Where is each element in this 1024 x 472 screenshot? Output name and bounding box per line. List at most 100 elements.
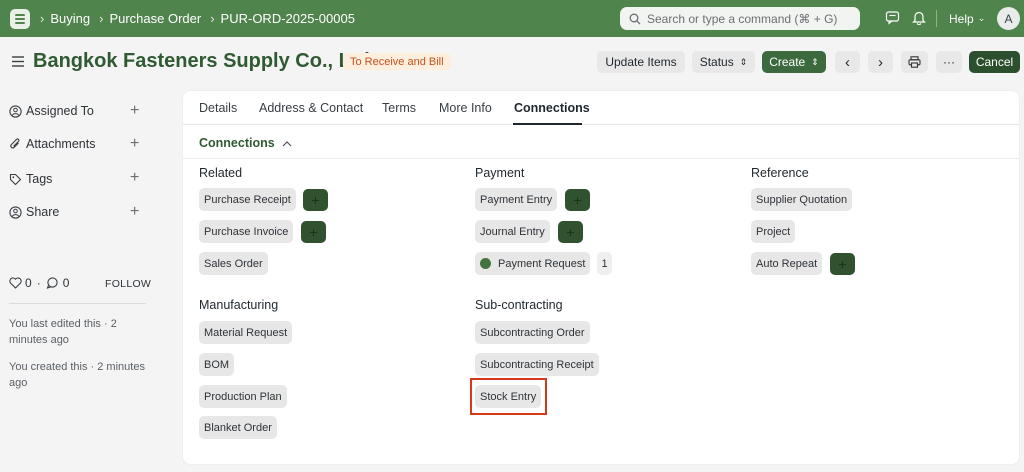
app-logo-icon[interactable] [10, 9, 30, 29]
breadcrumb: › Buying › Purchase Order › PUR-ORD-2025… [40, 0, 364, 37]
search-placeholder: Search or type a command (⌘ + G) [647, 11, 838, 26]
heart-icon[interactable] [9, 277, 22, 289]
chevron-left-icon: ‹ [845, 53, 850, 71]
add-payment-entry-button[interactable]: + [565, 189, 590, 211]
update-items-button[interactable]: Update Items [597, 51, 685, 73]
status-dot-icon [480, 258, 491, 269]
help-label: Help [949, 11, 974, 26]
bell-icon[interactable] [912, 10, 926, 25]
tab-address-contact[interactable]: Address & Contact [259, 101, 363, 115]
active-tab-indicator [513, 123, 582, 125]
breadcrumb-purchase-order[interactable]: Purchase Order [109, 11, 201, 26]
highlight-box [470, 378, 547, 415]
updown-chevron-icon: ⇕ [811, 56, 819, 67]
sidebar-item-tags[interactable]: Tags [9, 170, 52, 188]
sidebar-item-label: Share [26, 205, 60, 219]
chevron-right-icon: › [99, 11, 104, 26]
group-title-manufacturing: Manufacturing [199, 298, 279, 312]
sidebar-item-label: Tags [26, 172, 53, 186]
comment-icon[interactable] [46, 277, 59, 289]
group-title-subcontracting: Sub-contracting [475, 298, 563, 312]
status-badge: To Receive and Bill [343, 53, 451, 70]
connections-section-toggle[interactable]: Connections [199, 136, 292, 150]
sidebar-item-share[interactable]: Share [9, 203, 59, 221]
status-button-label: Status [699, 55, 734, 69]
cancel-button[interactable]: Cancel [969, 51, 1020, 73]
search-icon [629, 13, 641, 24]
breadcrumb-buying[interactable]: Buying [50, 11, 90, 26]
link-payment-request-label: Payment Request [498, 257, 586, 270]
link-project[interactable]: Project [751, 220, 796, 243]
add-purchase-receipt-button[interactable]: + [303, 189, 328, 211]
hamburger-menu-icon[interactable] [12, 56, 24, 67]
form-tabs: Details Address & Contact Terms More Inf… [183, 91, 1019, 125]
add-attachment-plus-icon[interactable]: + [130, 136, 139, 152]
chevron-right-icon: › [210, 11, 215, 26]
create-dropdown-button[interactable]: Create ⇕ [762, 51, 826, 73]
add-tag-plus-icon[interactable]: + [130, 170, 139, 186]
group-title-related: Related [199, 166, 243, 180]
create-button-label: Create [769, 55, 806, 69]
main-form-card: Details Address & Contact Terms More Inf… [183, 91, 1019, 464]
sidebar-item-label: Attachments [26, 137, 96, 151]
avatar[interactable]: A [997, 7, 1020, 30]
link-subcontracting-receipt[interactable]: Subcontracting Receipt [475, 353, 599, 376]
link-supplier-quotation[interactable]: Supplier Quotation [751, 188, 853, 211]
comment-count: 0 [62, 276, 70, 290]
sidebar-item-assigned-to[interactable]: Assigned To [9, 102, 94, 120]
link-auto-repeat[interactable]: Auto Repeat [751, 252, 823, 275]
top-navbar: › Buying › Purchase Order › PUR-ORD-2025… [0, 0, 1024, 37]
help-menu[interactable]: Help ⌄ [949, 0, 985, 37]
add-share-plus-icon[interactable]: + [130, 204, 139, 220]
add-auto-repeat-button[interactable]: + [830, 253, 855, 275]
link-subcontracting-order[interactable]: Subcontracting Order [475, 321, 590, 344]
link-payment-entry[interactable]: Payment Entry [475, 188, 558, 211]
assign-user-icon [9, 104, 22, 118]
sidebar-stats: 0 · 0 [9, 276, 69, 290]
print-button[interactable] [901, 51, 928, 73]
next-document-button[interactable]: › [868, 51, 893, 73]
group-title-reference: Reference [751, 166, 809, 180]
link-journal-entry[interactable]: Journal Entry [475, 220, 550, 243]
add-assignee-plus-icon[interactable]: + [130, 103, 139, 119]
created-note: You created this · 2 minutes ago [9, 361, 145, 389]
group-title-payment: Payment [475, 166, 525, 180]
link-bom[interactable]: BOM [199, 353, 235, 376]
section-divider [183, 158, 1019, 159]
last-edited-note: You last edited this · 2 minutes ago [9, 318, 117, 346]
tab-connections[interactable]: Connections [514, 101, 590, 115]
chevron-right-icon: › [878, 53, 883, 71]
like-count: 0 [25, 276, 32, 290]
payment-request-count-badge: 1 [597, 252, 612, 275]
previous-document-button[interactable]: ‹ [835, 51, 860, 73]
chat-icon[interactable] [885, 10, 900, 25]
search-input[interactable]: Search or type a command (⌘ + G) [620, 7, 860, 30]
chevron-right-icon: › [40, 11, 45, 26]
link-production-plan[interactable]: Production Plan [199, 385, 287, 408]
chevron-up-icon [282, 140, 292, 146]
link-payment-request[interactable]: Payment Request [475, 252, 591, 275]
tab-terms[interactable]: Terms [382, 101, 416, 115]
breadcrumb-document[interactable]: PUR-ORD-2025-00005 [221, 11, 355, 26]
link-purchase-receipt[interactable]: Purchase Receipt [199, 188, 296, 211]
connections-title: Connections [199, 136, 275, 150]
more-actions-button[interactable]: ··· [936, 51, 962, 73]
updown-chevron-icon: ⇕ [739, 56, 748, 67]
page-title: Bangkok Fasteners Supply Co., Ltd. [33, 50, 376, 72]
sidebar-item-attachments[interactable]: Attachments [9, 135, 95, 153]
share-user-icon [9, 205, 22, 219]
link-sales-order[interactable]: Sales Order [199, 252, 268, 275]
add-journal-entry-button[interactable]: + [558, 221, 583, 243]
tag-icon [9, 173, 22, 185]
follow-button[interactable]: FOLLOW [105, 278, 151, 290]
status-dropdown-button[interactable]: Status ⇕ [692, 51, 755, 73]
chevron-down-icon: ⌄ [977, 13, 986, 23]
add-purchase-invoice-button[interactable]: + [301, 221, 326, 243]
dot-separator: · [36, 276, 41, 290]
tab-details[interactable]: Details [199, 101, 237, 115]
link-purchase-invoice[interactable]: Purchase Invoice [199, 220, 294, 243]
navbar-divider [936, 10, 937, 27]
link-material-request[interactable]: Material Request [199, 321, 293, 344]
tab-more-info[interactable]: More Info [439, 101, 492, 115]
link-blanket-order[interactable]: Blanket Order [199, 416, 277, 439]
